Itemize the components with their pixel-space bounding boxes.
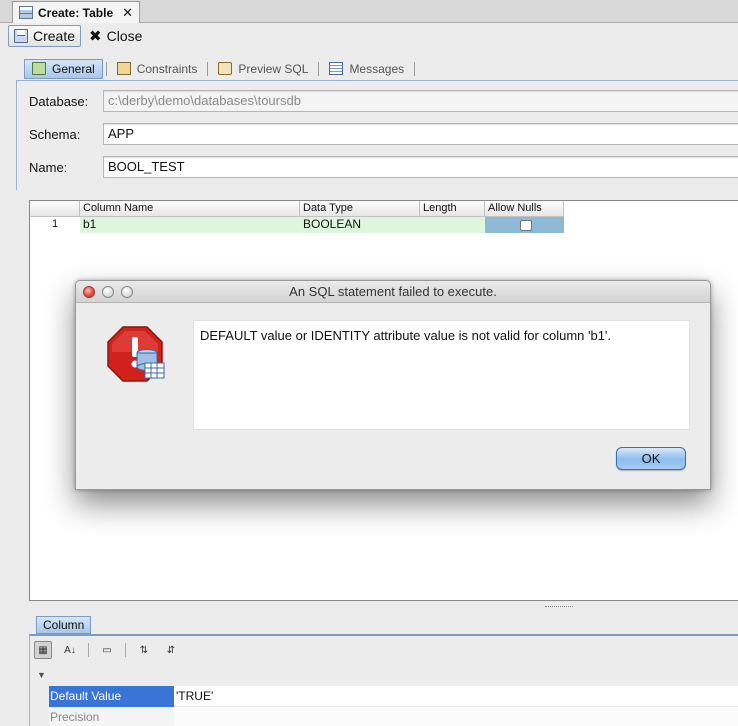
property-row-default-value[interactable]: Default Value 'TRUE' [49,686,738,707]
tab-separator [318,61,320,76]
document-tab-bar: Create: Table ✕ [0,0,738,23]
error-stop-database-icon [107,326,165,382]
property-value[interactable] [174,707,738,726]
tab-preview-sql[interactable]: Preview SQL [211,59,315,79]
create-button[interactable]: Create [8,25,82,47]
row-number: 1 [51,218,59,230]
data-type-cell[interactable]: BOOLEAN [300,217,420,233]
sort-alphabetical-icon[interactable]: A↓ [61,641,79,659]
sql-error-dialog: An SQL statement failed to execute. DEFA… [75,280,711,490]
tab-constraints-label: Constraints [136,61,198,76]
toolbar-separator [125,643,126,657]
tab-separator [207,61,209,76]
minimize-window-button[interactable] [102,286,114,298]
tab-separator [105,61,107,76]
property-value[interactable]: 'TRUE' [174,686,738,707]
editor-tabs: General Constraints Preview SQL Messages [24,58,418,79]
tab-messages-label: Messages [349,61,405,76]
database-field: c:\derby\demo\databases\toursdb [103,90,738,112]
constraints-icon [116,62,131,75]
close-button-label: Close [106,28,143,44]
toolbar: Create ✖ Close [0,23,738,49]
document-tab-create-table[interactable]: Create: Table ✕ [12,1,141,23]
data-type-header[interactable]: Data Type [300,201,420,217]
length-cell[interactable] [420,217,485,233]
expand-all-icon[interactable]: ⇅ [135,641,153,659]
tab-messages[interactable]: Messages [322,59,411,79]
general-panel: Database: c:\derby\demo\databases\toursd… [16,80,738,190]
ok-button[interactable]: OK [616,447,686,470]
panel-splitter-handle[interactable] [545,606,573,609]
column-properties-panel: ▦ A↓ ▭ ⇅ ⇵ ▼ Default Value 'TRUE' Precis… [29,634,738,726]
dialog-title-bar: An SQL statement failed to execute. [76,281,710,303]
property-row-precision[interactable]: Precision [49,707,738,726]
close-window-button[interactable] [83,286,95,298]
dialog-message: DEFAULT value or IDENTITY attribute valu… [193,320,690,430]
tab-general-label: General [52,61,95,76]
category-collapse-icon[interactable]: ▼ [37,670,46,680]
messages-icon [329,62,344,75]
name-field[interactable]: BOOL_TEST [103,156,738,178]
tab-general[interactable]: General [24,58,103,79]
property-name: Default Value [49,686,174,707]
schema-row: Schema: APP [29,123,738,145]
allow-nulls-checkbox[interactable] [520,219,532,231]
tab-constraints[interactable]: Constraints [110,59,205,79]
zoom-window-button[interactable] [121,286,133,298]
tab-separator [414,61,416,76]
name-label: Name: [29,159,68,175]
description-toggle-icon[interactable]: ▭ [98,641,116,659]
create-button-label: Create [33,28,76,44]
grid-header: Column Name Data Type Length Allow Nulls [30,201,564,217]
property-toolbar: ▦ A↓ ▭ ⇅ ⇵ [34,640,180,660]
document-tab-title: Create: Table [38,5,114,20]
close-icon: ✖ [89,28,102,45]
window-controls [83,286,133,298]
schema-field[interactable]: APP [103,123,738,145]
name-row: Name: BOOL_TEST [29,156,738,178]
categorized-view-icon[interactable]: ▦ [34,641,52,659]
tab-preview-sql-label: Preview SQL [238,61,309,76]
close-tab-icon[interactable]: ✕ [122,5,133,21]
database-row: Database: c:\derby\demo\databases\toursd… [29,90,738,112]
general-icon [32,62,46,75]
toolbar-separator [88,643,89,657]
schema-label: Schema: [29,126,81,142]
property-name: Precision [49,707,174,726]
row-number-header [30,201,80,217]
table-icon [19,6,33,19]
tab-column[interactable]: Column [36,616,92,634]
save-icon [14,29,28,43]
close-button[interactable]: ✖ Close [83,25,148,47]
column-name-cell[interactable]: b1 [80,217,300,233]
column-name-header[interactable]: Column Name [80,201,300,217]
table-row[interactable]: 1 b1 BOOLEAN [30,217,564,233]
database-label: Database: [29,93,89,109]
dialog-title: An SQL statement failed to execute. [289,284,497,299]
allow-nulls-cell[interactable] [485,217,564,233]
allow-nulls-header[interactable]: Allow Nulls [485,201,564,217]
length-header[interactable]: Length [420,201,485,217]
collapse-all-icon[interactable]: ⇵ [162,641,180,659]
preview-sql-icon [218,62,233,75]
